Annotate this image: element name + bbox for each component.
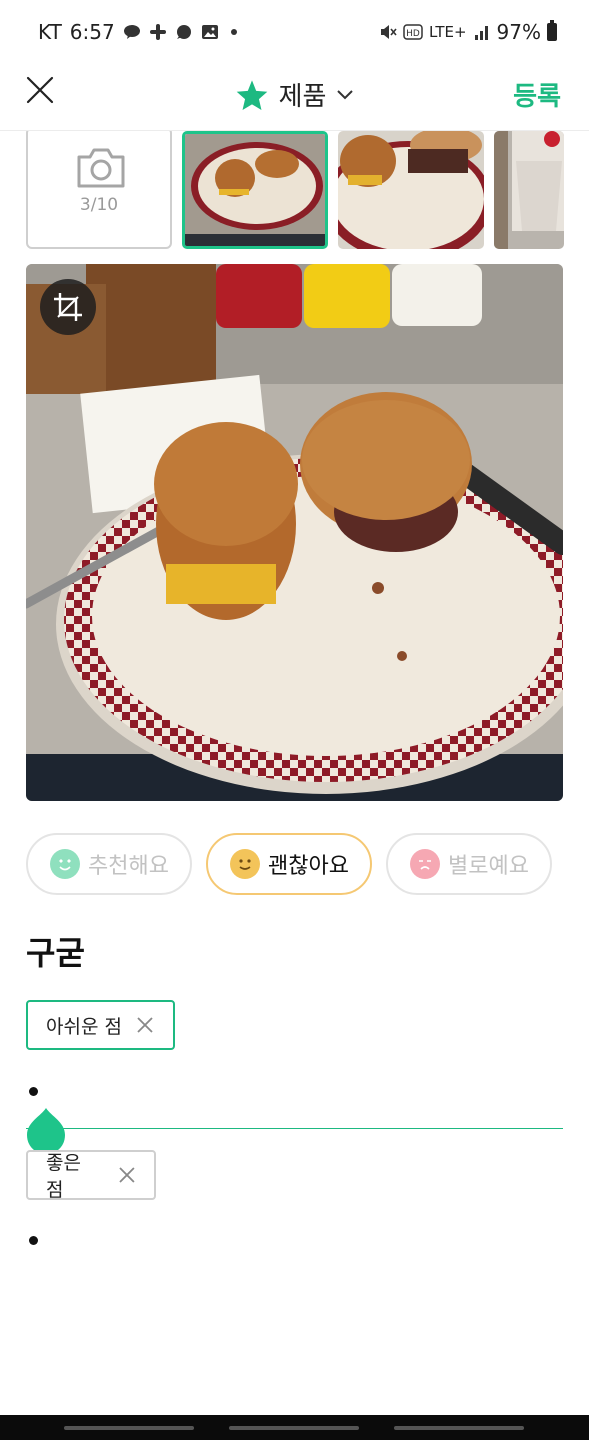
pros-tag[interactable]: 좋은 점 bbox=[26, 1150, 156, 1201]
status-bar: KT 6:57 HD LTE+ 97% bbox=[0, 0, 589, 62]
mute-icon bbox=[381, 25, 397, 39]
slack-icon bbox=[149, 24, 166, 40]
more-notifications-dot bbox=[230, 29, 237, 35]
category-title: 제품 bbox=[278, 82, 327, 112]
add-photo-button[interactable]: 3/10 bbox=[26, 131, 172, 249]
photo-thumbnail-3[interactable] bbox=[494, 131, 564, 249]
burger-photo-thumbnail bbox=[185, 134, 325, 246]
star-icon bbox=[236, 79, 267, 110]
pros-tag-label: 좋은 점 bbox=[46, 1152, 81, 1201]
top-app-bar: 제품 등록 bbox=[0, 62, 589, 122]
talk-icon bbox=[123, 25, 140, 39]
rating-label: 괜찮아요 bbox=[268, 854, 349, 879]
cons-tag-label: 아쉬운 점 bbox=[46, 1015, 122, 1038]
signal-icon bbox=[474, 26, 488, 40]
camera-icon bbox=[77, 148, 125, 188]
photo-count: 3/10 bbox=[79, 195, 119, 215]
close-icon[interactable] bbox=[118, 1166, 136, 1184]
smile-face-icon bbox=[230, 849, 260, 879]
crop-button[interactable] bbox=[40, 279, 96, 335]
gallery-icon bbox=[201, 25, 218, 39]
system-navigation-bar bbox=[0, 1415, 589, 1440]
sad-face-icon bbox=[410, 849, 440, 879]
rating-label: 별로예요 bbox=[448, 854, 529, 879]
carrier-label: KT bbox=[38, 20, 62, 44]
photo-thumbnail-strip: 3/10 bbox=[0, 131, 589, 252]
cons-tag[interactable]: 아쉬운 점 bbox=[26, 1000, 175, 1050]
photo-thumbnail-1[interactable] bbox=[182, 131, 328, 249]
rating-dislike-option[interactable]: 별로예요 bbox=[386, 833, 552, 895]
battery-icon bbox=[547, 20, 557, 41]
nav-button-back[interactable] bbox=[394, 1426, 524, 1430]
rating-recommend-option[interactable]: 추천해요 bbox=[26, 833, 192, 895]
nav-button-recent[interactable] bbox=[64, 1426, 194, 1430]
rating-okay-option[interactable]: 괜찮아요 bbox=[206, 833, 372, 895]
product-name[interactable]: 구굳 bbox=[26, 928, 85, 974]
text-input-underline bbox=[26, 1128, 563, 1129]
close-icon[interactable] bbox=[136, 1016, 154, 1034]
main-photo[interactable] bbox=[26, 264, 563, 801]
rating-label: 추천해요 bbox=[88, 854, 169, 879]
cons-bullet bbox=[29, 1087, 38, 1096]
photo-thumbnail-2[interactable] bbox=[338, 131, 484, 249]
clock: 6:57 bbox=[69, 20, 115, 44]
chat-bubble-icon bbox=[176, 25, 191, 39]
crop-icon bbox=[54, 293, 82, 321]
category-selector[interactable]: 제품 bbox=[0, 76, 589, 113]
hd-icon: HD bbox=[403, 24, 423, 40]
rating-selector: 추천해요 괜찮아요 별로예요 bbox=[26, 833, 566, 895]
heart-eyes-face-icon bbox=[50, 849, 80, 879]
chevron-down-icon bbox=[337, 89, 354, 99]
svg-text:HD: HD bbox=[406, 29, 420, 39]
pros-bullet bbox=[29, 1236, 38, 1245]
register-button[interactable]: 등록 bbox=[513, 76, 561, 113]
milkshake-photo-thumbnail bbox=[494, 131, 564, 249]
nav-button-home[interactable] bbox=[229, 1426, 359, 1430]
status-left: KT 6:57 bbox=[38, 20, 237, 44]
burger-photo-thumbnail bbox=[338, 131, 484, 249]
battery-percent: 97% bbox=[496, 20, 541, 44]
network-label: LTE+ bbox=[429, 23, 467, 41]
burger-photo bbox=[26, 264, 563, 801]
status-right: HD LTE+ 97% bbox=[379, 20, 557, 44]
